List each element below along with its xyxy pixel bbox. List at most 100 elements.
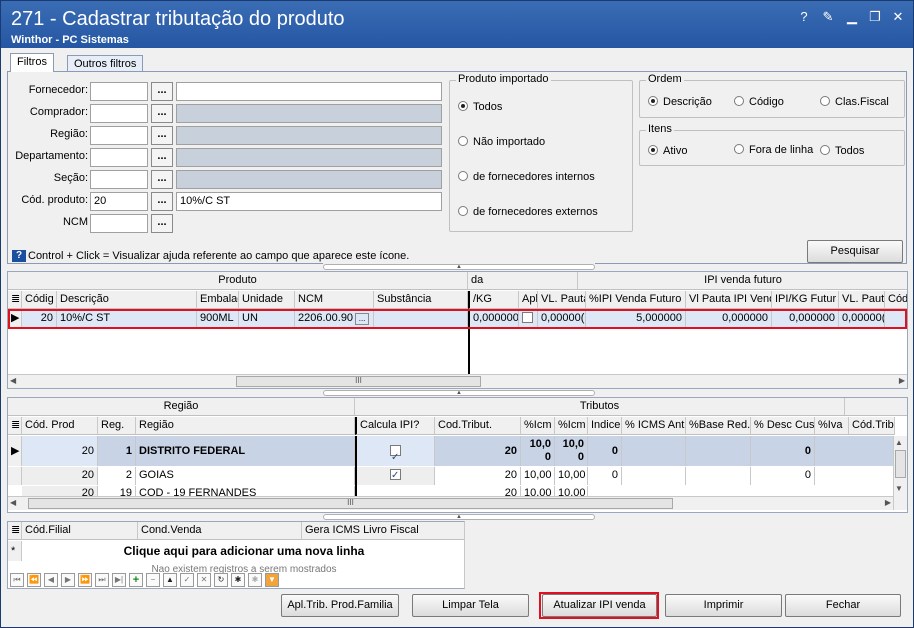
row1-cod-tribut[interactable]: 20 <box>435 436 521 466</box>
row2-cod-prod[interactable]: 20 <box>22 467 98 485</box>
row2-regiao[interactable]: GOIAS <box>136 467 355 485</box>
row1-indice[interactable]: 0 <box>588 436 622 466</box>
row3-icm-1[interactable]: 10,00 <box>521 486 555 496</box>
row-vl-pauta[interactable]: 0,00000( <box>538 310 586 328</box>
row2-icm-1[interactable]: 10,00 <box>521 467 555 485</box>
row2-icm-2[interactable]: 10,00 <box>555 467 588 485</box>
scroll-down-icon[interactable]: ▼ <box>895 484 903 493</box>
nav-star-clear-icon[interactable]: ✱ <box>248 573 262 587</box>
col-vl-pauta-2[interactable]: VL. Pauta <box>839 291 885 309</box>
close-button[interactable]: ✕ <box>890 9 906 25</box>
col-regiao[interactable]: Região <box>136 417 355 435</box>
radio-itens-todos[interactable]: Todos <box>820 145 864 157</box>
col-ncm[interactable]: NCM <box>295 291 374 309</box>
row2-reg[interactable]: 2 <box>98 467 136 485</box>
col-cod-trib[interactable]: Cód.Trib <box>849 417 895 435</box>
col-ipi-kg-futuro[interactable]: IPI/KG Futur <box>772 291 839 309</box>
regiao-grid-hscroll[interactable]: III ◀ ▶ <box>8 496 893 510</box>
row-kg[interactable]: 0,000000 <box>468 310 519 328</box>
secao-search-button[interactable]: ... <box>151 170 173 189</box>
tab-outros-filtros[interactable]: Outros filtros <box>67 55 144 72</box>
scroll-left-icon[interactable]: ◀ <box>10 376 16 385</box>
col-ipi-venda-futuro[interactable]: %IPI Venda Futuro <box>586 291 686 309</box>
pesquisar-button[interactable]: Pesquisar <box>807 240 903 263</box>
radio-ordem-codigo[interactable]: Código <box>734 96 784 108</box>
row-apl-checkbox[interactable] <box>519 310 538 328</box>
nav-cancel-icon[interactable]: ✕ <box>197 573 211 587</box>
col-unidade[interactable]: Unidade <box>239 291 295 309</box>
fechar-button[interactable]: Fechar <box>785 594 901 617</box>
row1-icms-ant[interactable] <box>622 436 686 466</box>
row1-icm-1[interactable]: 10,0 0 <box>521 436 555 466</box>
col-icm-2[interactable]: %Icm <box>555 417 588 435</box>
col-kg[interactable]: /KG <box>468 291 519 309</box>
row-embalagem[interactable]: 900ML <box>197 310 239 328</box>
cod-produto-search-button[interactable]: ... <box>151 192 173 211</box>
col-codigo[interactable]: Códig <box>22 291 57 309</box>
nav-post-icon[interactable]: ✓ <box>180 573 194 587</box>
ncm-lookup-button[interactable]: ... <box>355 313 370 325</box>
departamento-code-input[interactable] <box>90 148 148 167</box>
col-apl[interactable]: Apl <box>519 291 538 309</box>
col-iva[interactable]: %Iva <box>815 417 849 435</box>
col-cod-filial[interactable]: Cód.Filial <box>22 522 138 540</box>
row2-cod-tribut[interactable]: 20 <box>435 467 521 485</box>
row1-calcula-ipi-checkbox[interactable] <box>355 436 435 466</box>
row3-cod-tribut[interactable]: 20 <box>435 486 521 496</box>
nav-delete-icon[interactable]: − <box>146 573 160 587</box>
col-vl-pauta[interactable]: VL. Pauta <box>538 291 586 309</box>
col-cod-prod[interactable]: Cód. Prod <box>22 417 98 435</box>
ncm-search-button[interactable]: ... <box>151 214 173 233</box>
nav-first-icon[interactable]: ⏮ <box>10 573 24 587</box>
splitter-middle[interactable]: ▲ <box>323 389 595 397</box>
row-vl-pauta-ipi[interactable]: 0,000000 <box>686 310 772 328</box>
row3-cod-prod[interactable]: 20 <box>22 486 98 496</box>
splitter-grip[interactable]: ▲ <box>323 264 595 270</box>
row1-iva[interactable] <box>815 436 895 466</box>
scroll-left-icon-2[interactable]: ◀ <box>10 498 16 507</box>
col-cod-tribut[interactable]: Cod.Tribut. <box>435 417 521 435</box>
col-vl-pauta-ipi[interactable]: Vl Pauta IPI Venda <box>686 291 772 309</box>
radio-nao-importado[interactable]: Não importado <box>458 136 545 148</box>
apl-trib-familia-button[interactable]: Apl.Trib. Prod.Familia <box>281 594 399 617</box>
produto-grid-hscroll-thumb[interactable]: III <box>236 376 481 387</box>
regiao-code-input[interactable] <box>90 126 148 145</box>
row2-icms-ant[interactable] <box>622 467 686 485</box>
row2-desc-cus[interactable]: 0 <box>751 467 815 485</box>
row-cod[interactable] <box>885 310 907 328</box>
radio-fornecedores-internos[interactable]: de fornecedores internos <box>458 171 595 183</box>
row-codigo[interactable]: 20 <box>22 310 57 328</box>
radio-fornecedores-externos[interactable]: de fornecedores externos <box>458 206 598 218</box>
col-gera-icms[interactable]: Gera ICMS Livro Fiscal <box>302 522 464 540</box>
col-desc-cus[interactable]: % Desc Cus <box>751 417 815 435</box>
fornecedor-search-button[interactable]: ... <box>151 82 173 101</box>
limpar-tela-button[interactable]: Limpar Tela <box>412 594 529 617</box>
scroll-right-icon[interactable]: ▶ <box>899 376 905 385</box>
nav-next-icon[interactable]: ▶ <box>61 573 75 587</box>
departamento-search-button[interactable]: ... <box>151 148 173 167</box>
secao-code-input[interactable] <box>90 170 148 189</box>
radio-itens-fora-de-linha[interactable]: Fora de linha <box>734 144 813 156</box>
col-indice[interactable]: Indice <box>588 417 622 435</box>
col-cod[interactable]: Cód <box>885 291 907 309</box>
nav-refresh-icon[interactable]: ↻ <box>214 573 228 587</box>
splitter-top[interactable]: ▲ <box>323 263 595 271</box>
radio-todos-importado[interactable]: Todos <box>458 101 502 113</box>
row1-cod-prod[interactable]: 20 <box>22 436 98 466</box>
row-descricao[interactable]: 10%/C ST <box>57 310 197 328</box>
col-cond-venda[interactable]: Cond.Venda <box>138 522 302 540</box>
radio-ordem-descricao[interactable]: Descrição <box>648 96 712 108</box>
nav-prev-page-icon[interactable]: ⏪ <box>27 573 41 587</box>
regiao-search-button[interactable]: ... <box>151 126 173 145</box>
splitter-grip-2[interactable]: ▲ <box>323 390 595 396</box>
row-substancia[interactable] <box>374 310 468 328</box>
tab-filtros[interactable]: Filtros <box>10 53 54 72</box>
radio-ordem-clas-fiscal[interactable]: Clas.Fiscal <box>820 96 889 108</box>
row3-regiao[interactable]: COD - 19 FERNANDES <box>136 486 355 496</box>
nav-star-icon[interactable]: ✱ <box>231 573 245 587</box>
row3-icm-2[interactable]: 10,00 <box>555 486 588 496</box>
col-base-red[interactable]: %Base Red. <box>686 417 751 435</box>
col-reg[interactable]: Reg. <box>98 417 136 435</box>
produto-desc-field[interactable]: 10%/C ST <box>176 192 442 211</box>
row-unidade[interactable]: UN <box>239 310 295 328</box>
